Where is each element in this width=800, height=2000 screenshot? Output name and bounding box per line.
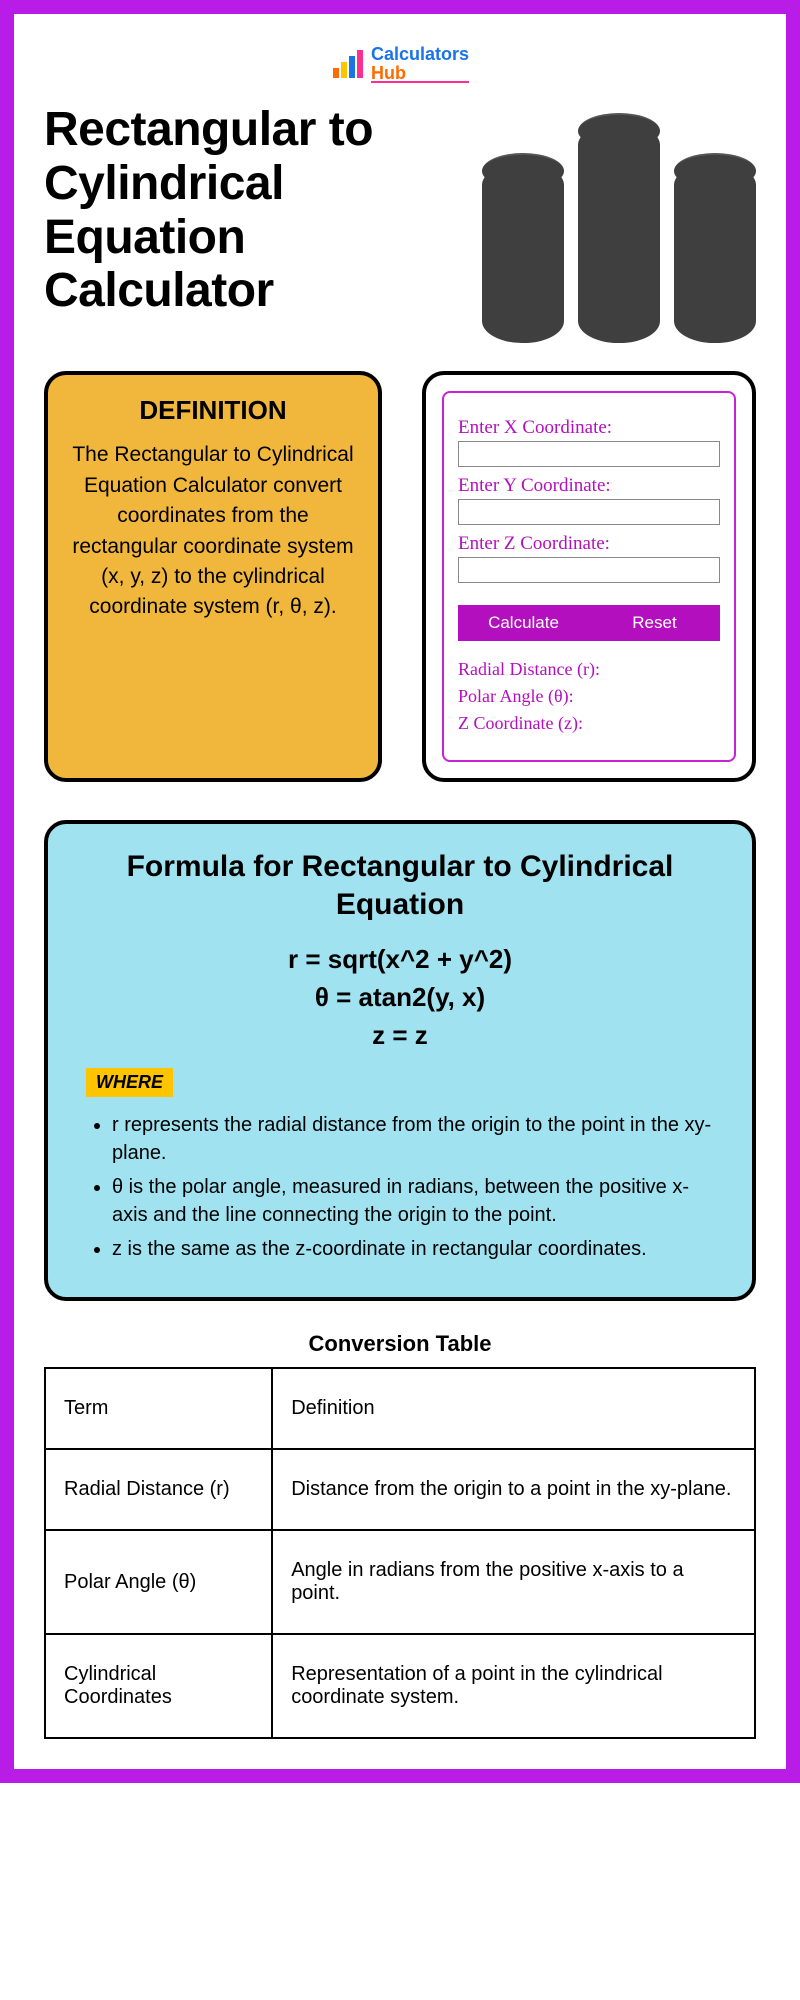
page-title: Rectangular to Cylindrical Equation Calc… [44, 103, 442, 343]
formula-equations: r = sqrt(x^2 + y^2) θ = atan2(y, x) z = … [76, 941, 724, 1054]
logo-text-1: Calculators [371, 44, 469, 65]
formula-box: Formula for Rectangular to Cylindrical E… [44, 820, 756, 1301]
result-r: Radial Distance (r): [458, 659, 720, 680]
eq-theta: θ = atan2(y, x) [76, 979, 724, 1017]
table-cell: Definition [272, 1368, 755, 1449]
eq-r: r = sqrt(x^2 + y^2) [76, 941, 724, 979]
table-cell: Angle in radians from the positive x-axi… [272, 1530, 755, 1634]
page-container: Calculators Hub Rectangular to Cylindric… [0, 0, 800, 1783]
calculator-form: Enter X Coordinate: Enter Y Coordinate: … [442, 391, 736, 762]
table-title: Conversion Table [44, 1331, 756, 1357]
reset-button[interactable]: Reset [589, 605, 720, 641]
logo: Calculators Hub [331, 44, 469, 83]
table-cell: Radial Distance (r) [45, 1449, 272, 1530]
calculator-box: Enter X Coordinate: Enter Y Coordinate: … [422, 371, 756, 782]
table-cell: Term [45, 1368, 272, 1449]
z-label: Enter Z Coordinate: [458, 533, 720, 555]
table-row: Cylindrical Coordinates Representation o… [45, 1634, 755, 1738]
eq-z: z = z [76, 1017, 724, 1055]
z-input[interactable] [458, 557, 720, 583]
cylinders-icon [482, 103, 756, 343]
conversion-table: Term Definition Radial Distance (r) Dist… [44, 1367, 756, 1739]
hero-row: Rectangular to Cylindrical Equation Calc… [44, 103, 756, 343]
calculate-button[interactable]: Calculate [458, 605, 589, 641]
list-item: θ is the polar angle, measured in radian… [112, 1173, 724, 1229]
definition-box: DEFINITION The Rectangular to Cylindrica… [44, 371, 382, 782]
where-label: WHERE [86, 1068, 173, 1097]
definition-body: The Rectangular to Cylindrical Equation … [66, 440, 360, 623]
formula-heading: Formula for Rectangular to Cylindrical E… [76, 848, 724, 923]
table-row: Term Definition [45, 1368, 755, 1449]
table-cell: Representation of a point in the cylindr… [272, 1634, 755, 1738]
definition-calc-row: DEFINITION The Rectangular to Cylindrica… [44, 371, 756, 782]
logo-text-2: Hub [371, 65, 469, 83]
cylinder-icon [578, 123, 660, 343]
cylinder-icon [482, 163, 564, 343]
results-area: Radial Distance (r): Polar Angle (θ): Z … [458, 659, 720, 734]
table-cell: Distance from the origin to a point in t… [272, 1449, 755, 1530]
x-label: Enter X Coordinate: [458, 417, 720, 439]
table-cell: Cylindrical Coordinates [45, 1634, 272, 1738]
logo-area: Calculators Hub [44, 44, 756, 83]
table-cell: Polar Angle (θ) [45, 1530, 272, 1634]
formula-bullets: r represents the radial distance from th… [76, 1111, 724, 1263]
table-row: Radial Distance (r) Distance from the or… [45, 1449, 755, 1530]
x-input[interactable] [458, 441, 720, 467]
logo-icon [331, 48, 365, 80]
button-row: Calculate Reset [458, 605, 720, 641]
y-label: Enter Y Coordinate: [458, 475, 720, 497]
cylinder-icon [674, 163, 756, 343]
result-theta: Polar Angle (θ): [458, 686, 720, 707]
result-z: Z Coordinate (z): [458, 713, 720, 734]
y-input[interactable] [458, 499, 720, 525]
list-item: z is the same as the z-coordinate in rec… [112, 1235, 724, 1263]
definition-heading: DEFINITION [66, 395, 360, 426]
table-row: Polar Angle (θ) Angle in radians from th… [45, 1530, 755, 1634]
list-item: r represents the radial distance from th… [112, 1111, 724, 1167]
